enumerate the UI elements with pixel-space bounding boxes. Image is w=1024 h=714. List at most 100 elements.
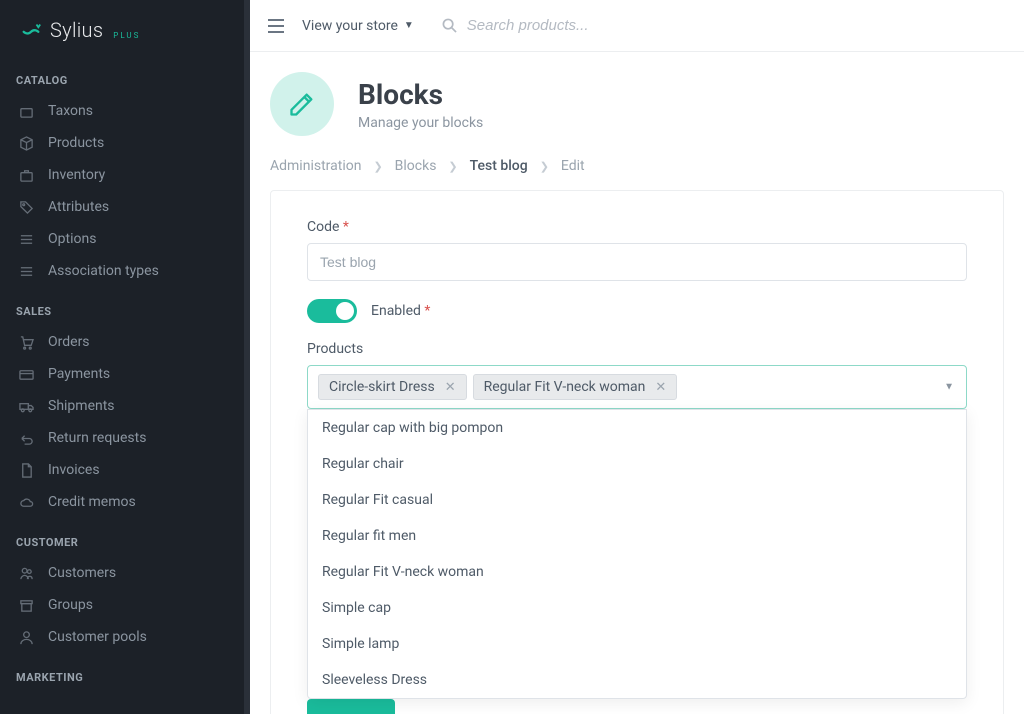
file-icon: [18, 462, 34, 478]
sidebar-item-customers[interactable]: Customers: [0, 557, 250, 589]
sidebar-item-label: Customers: [48, 565, 116, 581]
sidebar-item-label: Orders: [48, 334, 90, 350]
sidebar-item-label: Association types: [48, 263, 159, 279]
dropdown-option[interactable]: Regular Fit casual: [308, 482, 966, 518]
sidebar: Sylius PLUS CATALOG Taxons Products Invento…: [0, 0, 250, 714]
section-title: CATALOG: [0, 56, 250, 95]
main: View your store ▼ Blocks Manage your blo…: [250, 0, 1024, 714]
sidebar-item-shipments[interactable]: Shipments: [0, 390, 250, 422]
tag-label: Regular Fit V-neck woman: [484, 379, 646, 395]
sidebar-item-taxons[interactable]: Taxons: [0, 95, 250, 127]
sidebar-scrollbar[interactable]: [244, 0, 250, 714]
page-header: Blocks Manage your blocks: [250, 52, 1024, 142]
dropdown-option[interactable]: Simple lamp: [308, 626, 966, 662]
search-icon: [442, 18, 457, 33]
form-card: Code * Enabled * Products Circle-skirt D…: [270, 190, 1004, 714]
page-subtitle: Manage your blocks: [358, 115, 483, 131]
sidebar-item-label: Invoices: [48, 462, 100, 478]
sidebar-item-label: Credit memos: [48, 494, 136, 510]
dropdown-option[interactable]: Sleeveless Dress: [308, 662, 966, 698]
truck-icon: [18, 398, 34, 414]
cloud-icon: [18, 494, 34, 510]
sidebar-item-return-requests[interactable]: Return requests: [0, 422, 250, 454]
sidebar-item-attributes[interactable]: Attributes: [0, 191, 250, 223]
close-icon[interactable]: ✕: [655, 380, 666, 395]
menu-toggle-icon[interactable]: [268, 19, 284, 33]
undo-icon: [18, 430, 34, 446]
breadcrumb-item[interactable]: Administration: [270, 158, 361, 174]
dropdown-option[interactable]: Regular chair: [308, 446, 966, 482]
sidebar-item-inventory[interactable]: Inventory: [0, 159, 250, 191]
folder-icon: [18, 103, 34, 119]
chevron-right-icon: ❯: [540, 160, 549, 173]
breadcrumb: Administration❯Blocks❯Test blog❯Edit: [250, 142, 1024, 190]
section-title: CUSTOMER: [0, 518, 250, 557]
sidebar-item-customer-pools[interactable]: Customer pools: [0, 621, 250, 653]
close-icon[interactable]: ✕: [445, 380, 456, 395]
sidebar-item-label: Groups: [48, 597, 93, 613]
card-icon: [18, 366, 34, 382]
sidebar-item-invoices[interactable]: Invoices: [0, 454, 250, 486]
page-title: Blocks: [358, 78, 483, 111]
tags-icon: [18, 199, 34, 215]
logo-suffix: PLUS: [113, 31, 140, 40]
enabled-toggle[interactable]: [307, 299, 357, 323]
view-store-dropdown[interactable]: View your store ▼: [302, 18, 414, 34]
sidebar-item-label: Return requests: [48, 430, 146, 446]
sidebar-item-label: Taxons: [48, 103, 93, 119]
sidebar-item-label: Options: [48, 231, 96, 247]
cart-icon: [18, 334, 34, 350]
edit-icon: [270, 72, 334, 136]
chevron-right-icon: ❯: [448, 160, 457, 173]
sidebar-item-orders[interactable]: Orders: [0, 326, 250, 358]
sidebar-item-label: Customer pools: [48, 629, 147, 645]
cube-icon: [18, 135, 34, 151]
sidebar-nav: CATALOG Taxons Products Inventory Attributes…: [0, 56, 250, 692]
code-label: Code *: [307, 219, 967, 235]
caret-down-icon: ▼: [404, 20, 414, 31]
breadcrumb-item[interactable]: Blocks: [395, 158, 437, 174]
search-input[interactable]: [467, 17, 727, 34]
products-dropdown: Regular cap with big pomponRegular chair…: [307, 409, 967, 699]
sidebar-item-label: Products: [48, 135, 104, 151]
users-icon: [18, 565, 34, 581]
logo[interactable]: Sylius PLUS: [0, 0, 250, 56]
view-store-label: View your store: [302, 18, 398, 34]
enabled-label: Enabled *: [371, 303, 430, 319]
section-title: MARKETING: [0, 653, 250, 692]
dropdown-option[interactable]: Regular fit men: [308, 518, 966, 554]
user-icon: [18, 629, 34, 645]
sidebar-item-options[interactable]: Options: [0, 223, 250, 255]
tag-label: Circle-skirt Dress: [329, 379, 435, 395]
products-multiselect[interactable]: Circle-skirt Dress✕Regular Fit V-neck wo…: [307, 365, 967, 409]
breadcrumb-item[interactable]: Test blog: [470, 158, 528, 174]
product-tag: Circle-skirt Dress ✕: [318, 374, 467, 400]
sidebar-item-label: Inventory: [48, 167, 105, 183]
dropdown-option[interactable]: Regular Fit V-neck woman: [308, 554, 966, 590]
sidebar-item-association-types[interactable]: Association types: [0, 255, 250, 287]
list-icon: [18, 263, 34, 279]
archive-icon: [18, 597, 34, 613]
content: Code * Enabled * Products Circle-skirt D…: [250, 190, 1024, 714]
logo-text: Sylius: [50, 18, 103, 42]
code-input[interactable]: [307, 243, 967, 281]
breadcrumb-item: Edit: [561, 158, 585, 174]
sidebar-item-credit-memos[interactable]: Credit memos: [0, 486, 250, 518]
chevron-down-icon: ▼: [944, 382, 954, 393]
sidebar-item-products[interactable]: Products: [0, 127, 250, 159]
logo-icon: [20, 19, 42, 41]
dropdown-option[interactable]: Simple cap: [308, 590, 966, 626]
briefcase-icon: [18, 167, 34, 183]
sidebar-item-label: Shipments: [48, 398, 115, 414]
sliders-icon: [18, 231, 34, 247]
dropdown-option[interactable]: Regular cap with big pompon: [308, 410, 966, 446]
topbar: View your store ▼: [250, 0, 1024, 52]
product-tag: Regular Fit V-neck woman ✕: [473, 374, 678, 400]
sidebar-item-payments[interactable]: Payments: [0, 358, 250, 390]
search-wrap: [442, 17, 727, 34]
sidebar-item-groups[interactable]: Groups: [0, 589, 250, 621]
products-label: Products: [307, 341, 967, 357]
save-button[interactable]: [307, 699, 395, 714]
sidebar-item-label: Payments: [48, 366, 110, 382]
sidebar-item-label: Attributes: [48, 199, 109, 215]
